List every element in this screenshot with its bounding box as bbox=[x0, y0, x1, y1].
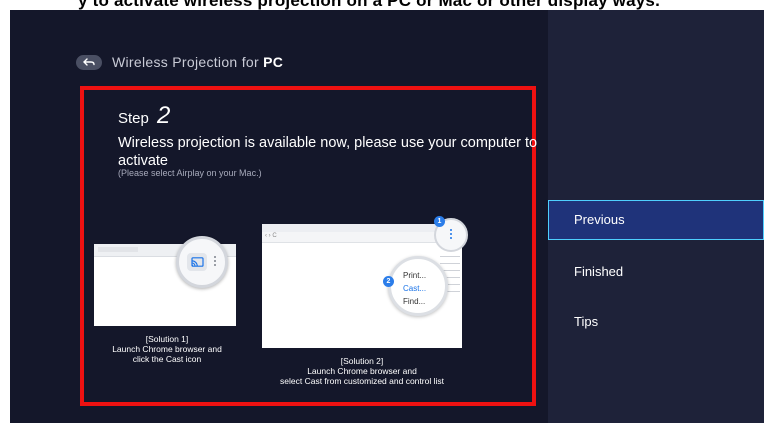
back-arrow-icon bbox=[83, 57, 95, 66]
solution1-caption-line: [Solution 1] bbox=[145, 334, 189, 344]
menu-item-finished[interactable]: Finished bbox=[548, 252, 764, 292]
more-options-icon bbox=[213, 254, 216, 270]
right-menu-panel: Previous Finished Tips bbox=[548, 10, 764, 423]
page-title: Wireless Projection for PC bbox=[112, 54, 283, 70]
page-title-prefix: Wireless Projection for bbox=[112, 54, 264, 70]
solution2-caption-line: [Solution 2] bbox=[340, 356, 384, 366]
solution2-caption: [Solution 2] Launch Chrome browser and s… bbox=[246, 356, 478, 386]
top-banner: y to activate wireless projection on a P… bbox=[0, 0, 764, 10]
menu-item-label: Finished bbox=[574, 264, 624, 279]
solution1-caption: [Solution 1] Launch Chrome browser and c… bbox=[94, 334, 240, 364]
solution2-caption-line: Launch Chrome browser and bbox=[307, 366, 417, 376]
solution2-context-magnifier: Print... Cast... Find... bbox=[388, 256, 448, 316]
solution1-caption-line: click the Cast icon bbox=[132, 354, 202, 364]
page-header: Wireless Projection for PC bbox=[76, 54, 283, 70]
solution1-caption-line: Launch Chrome browser and bbox=[112, 344, 222, 354]
step-note: (Please select Airplay on your Mac.) bbox=[118, 168, 262, 178]
customize-control-icon bbox=[450, 227, 452, 241]
menu-item-label: Tips bbox=[574, 314, 599, 329]
solution2-caption-line: select Cast from customized and control … bbox=[280, 376, 444, 386]
cast-icon bbox=[190, 257, 204, 267]
projection-screen: Previous Finished Tips Wireless Projecti… bbox=[10, 10, 764, 423]
step-badge-2: 2 bbox=[383, 276, 394, 287]
menu-item-tips[interactable]: Tips bbox=[548, 302, 764, 342]
step-description: Wireless projection is available now, pl… bbox=[118, 135, 538, 169]
step-number: 2 bbox=[157, 102, 171, 129]
step-heading: Step 2 bbox=[118, 102, 170, 130]
back-button[interactable] bbox=[76, 54, 102, 70]
top-banner-text: y to activate wireless projection on a P… bbox=[78, 0, 660, 10]
step-label: Step bbox=[118, 110, 149, 127]
menu-option-cast: Cast... bbox=[403, 284, 427, 293]
menu-option-find: Find... bbox=[403, 297, 426, 306]
menu-option-print: Print... bbox=[403, 271, 427, 280]
menu-item-label: Previous bbox=[574, 212, 625, 227]
solution1-magnifier bbox=[176, 236, 228, 288]
menu-item-previous[interactable]: Previous bbox=[548, 200, 764, 240]
page-title-bold: PC bbox=[263, 54, 284, 70]
step-badge-1: 1 bbox=[434, 216, 445, 227]
